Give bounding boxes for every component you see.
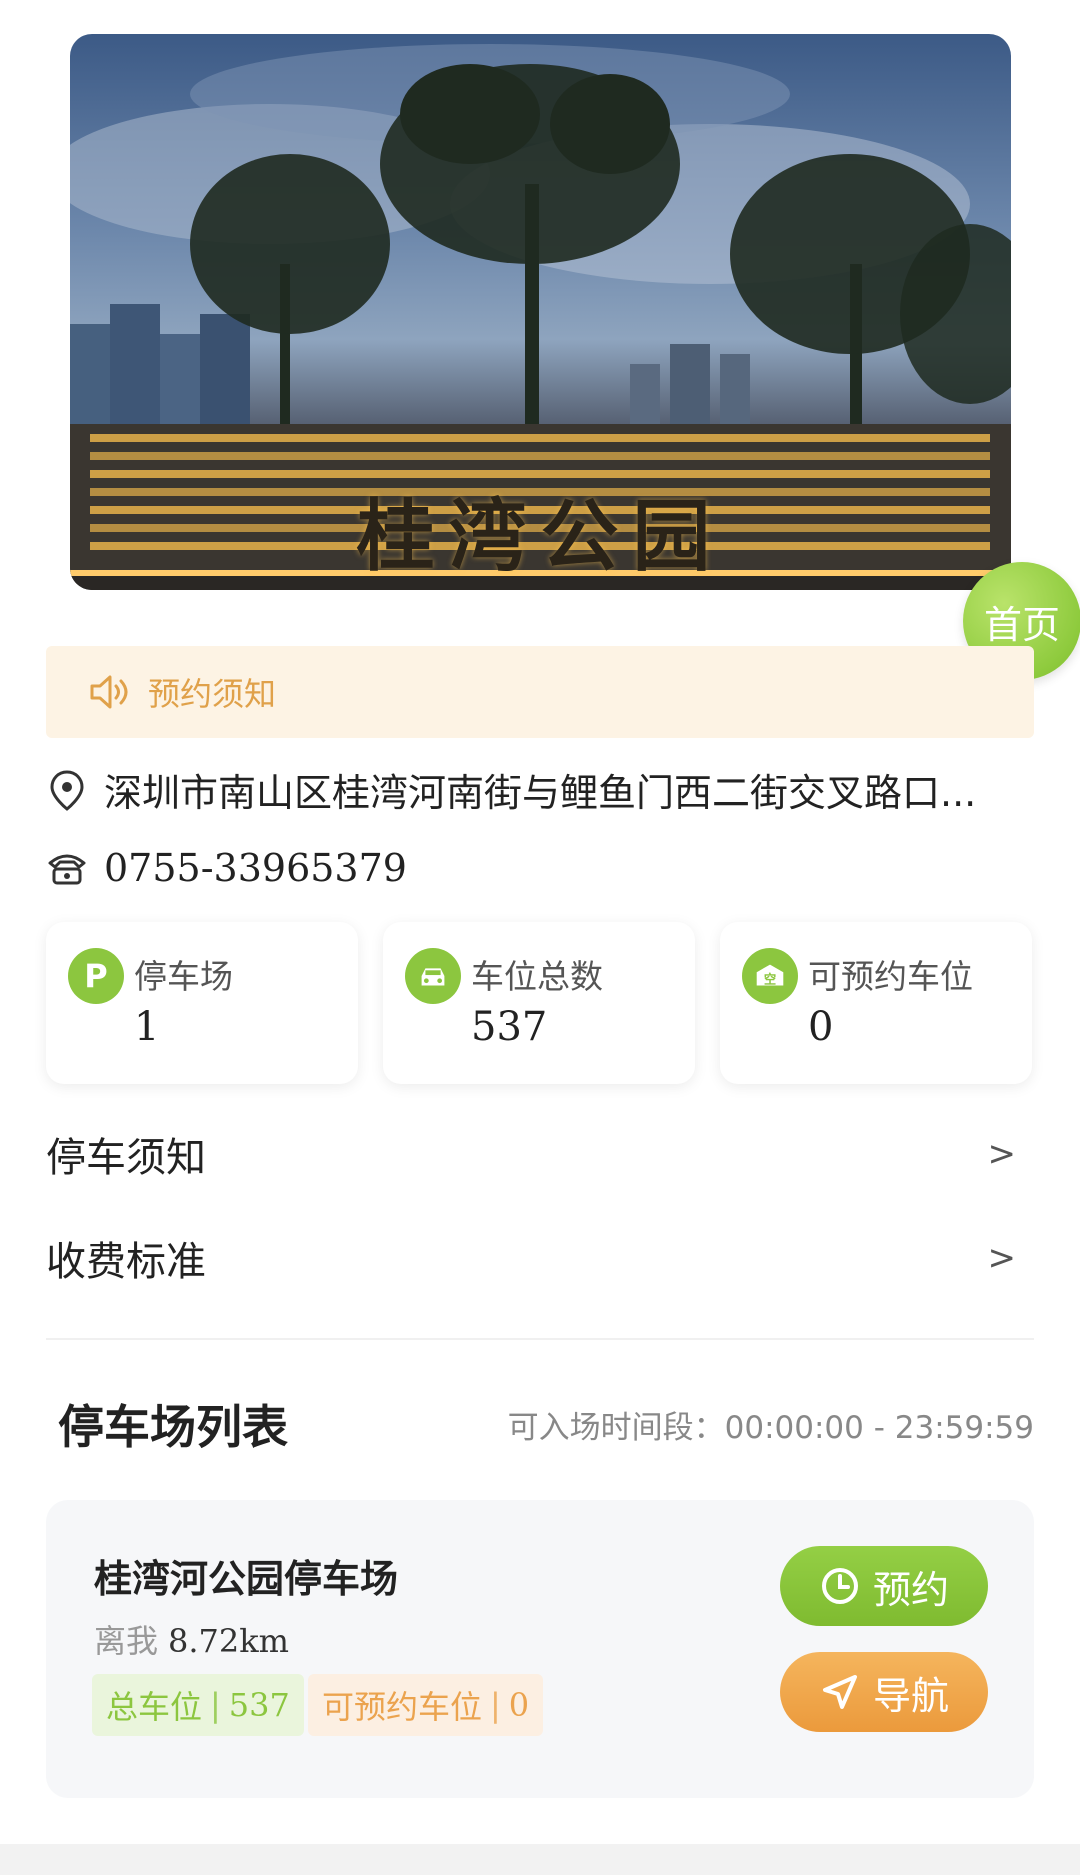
location-pin-icon — [50, 769, 84, 811]
stat-card-reservable-spaces: 空 可预约车位 0 — [720, 922, 1032, 1084]
phone-icon — [48, 854, 86, 885]
parking-lot-name: 桂湾河公园停车场 — [94, 1557, 399, 1601]
reservable-spaces-tag: 可预约车位 | 0 — [308, 1674, 544, 1736]
parking-list-title: 停车场列表 — [58, 1400, 288, 1454]
reservation-notice-label: 预约须知 — [148, 675, 277, 713]
reserve-button[interactable]: 预约 — [780, 1546, 988, 1626]
stat-label: 可预约车位 — [808, 957, 973, 996]
divider — [46, 1338, 1034, 1340]
stat-value: 537 — [471, 1004, 548, 1050]
empty-space-icon-text: 空 — [764, 972, 776, 987]
reservable-spaces-tag-value: 0 — [508, 1686, 530, 1724]
reservation-notice-bar[interactable]: 预约须知 — [46, 646, 1034, 738]
reserve-button-label: 预约 — [872, 1567, 949, 1612]
address-text: 深圳市南山区桂湾河南街与鲤鱼门西二街交叉路口... — [104, 771, 977, 815]
entry-time-range: 可入场时间段：00:00:00 - 23:59:59 — [507, 1410, 1034, 1446]
car-icon — [405, 948, 461, 1004]
phone-row[interactable]: 0755-33965379 — [46, 846, 407, 890]
navigation-arrow-icon — [822, 1675, 857, 1709]
fee-standard-link[interactable]: 收费标准 > — [46, 1229, 1016, 1287]
chevron-right-icon: > — [987, 1134, 1017, 1174]
stat-value: 0 — [808, 1004, 834, 1050]
phone-number: 0755-33965379 — [104, 846, 407, 890]
total-spaces-tag-value: 537 — [228, 1686, 290, 1724]
stat-card-total-spaces: 车位总数 537 — [383, 922, 695, 1084]
stat-label: 车位总数 — [471, 957, 603, 996]
stat-value: 1 — [134, 1004, 160, 1050]
speaker-icon — [90, 675, 128, 709]
tag-separator: | — [490, 1686, 501, 1724]
bottom-band — [0, 1844, 1080, 1875]
reservable-spaces-tag-label: 可预约车位 — [322, 1688, 483, 1726]
total-spaces-tag-label: 总车位 — [106, 1688, 203, 1726]
fee-standard-label: 收费标准 — [46, 1239, 206, 1285]
stat-label: 停车场 — [134, 957, 233, 996]
parking-notice-label: 停车须知 — [46, 1135, 206, 1181]
distance-value: 8.72km — [168, 1622, 289, 1660]
park-hero-image: 桂湾公园 — [70, 34, 1011, 590]
stat-card-parking-lots: P 停车场 1 — [46, 922, 358, 1084]
park-sign-text: 桂湾公园 — [356, 492, 725, 582]
navigate-button[interactable]: 导航 — [780, 1652, 988, 1732]
empty-space-icon: 空 — [742, 948, 798, 1004]
address-row: 深圳市南山区桂湾河南街与鲤鱼门西二街交叉路口... — [46, 762, 976, 817]
distance-label: 离我 — [94, 1622, 159, 1660]
total-spaces-tag: 总车位 | 537 — [92, 1674, 304, 1736]
distance-row: 离我 8.72km — [94, 1616, 289, 1662]
tag-separator: | — [210, 1686, 221, 1724]
chevron-right-icon: > — [987, 1238, 1017, 1278]
parking-icon: P — [68, 948, 124, 1004]
parking-notice-link[interactable]: 停车须知 > — [46, 1125, 1016, 1183]
navigate-button-label: 导航 — [872, 1673, 949, 1718]
parking-lot-card[interactable]: 桂湾河公园停车场 离我 8.72km 总车位 | 537 可预约车位 | 0 预约 导航 — [46, 1500, 1034, 1798]
clock-icon — [821, 1568, 858, 1604]
